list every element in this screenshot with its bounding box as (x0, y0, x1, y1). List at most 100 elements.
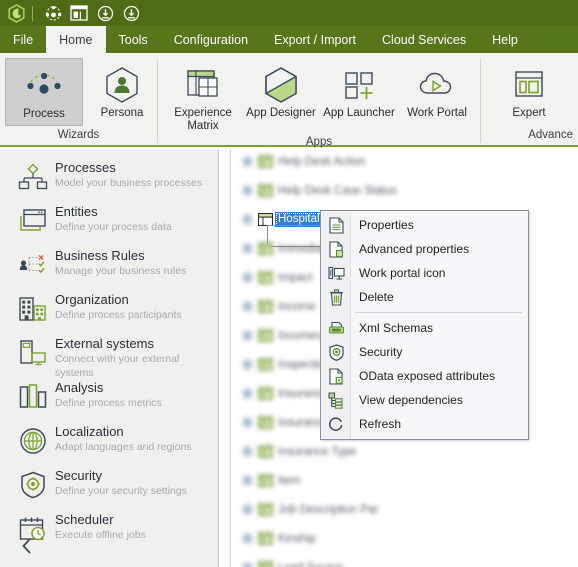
app-logo-icon[interactable] (6, 2, 26, 24)
expander-plus-icon[interactable] (239, 214, 255, 225)
expander-plus-icon[interactable] (239, 243, 255, 254)
entity-table-icon (255, 213, 275, 226)
expander-plus-icon[interactable] (239, 417, 255, 428)
tab-file[interactable]: File (0, 26, 46, 53)
tree-row-label: Incomes (278, 329, 322, 342)
sidebar-item-organization[interactable]: Organization Define process participants (0, 289, 218, 333)
sidebar-item-title: Localization (55, 424, 124, 439)
expander-plus-icon[interactable] (239, 475, 255, 486)
security-shield-icon (321, 343, 351, 361)
sidebar-item-business-rules[interactable]: Business Rules Manage your business rule… (0, 245, 218, 289)
ribbon-button-app-launcher[interactable]: App Launcher (320, 58, 398, 126)
tree-row[interactable]: Help Desk Case Status (231, 176, 578, 205)
tree-row-label: Lead Source (275, 562, 343, 567)
expander-plus-icon[interactable] (239, 156, 255, 167)
entity-table-icon (255, 387, 275, 400)
expander-plus-icon[interactable] (239, 330, 255, 341)
document-properties-icon (321, 216, 351, 234)
tab-configuration[interactable]: Configuration (161, 26, 261, 53)
tab-cloud-services[interactable]: Cloud Services (369, 26, 479, 53)
sidebar-item-title: Scheduler (55, 512, 114, 527)
ribbon-tab-bar: File Home Tools Configuration Export / I… (0, 26, 578, 53)
process-network-icon (24, 65, 64, 107)
sidebar-item-subtitle: Execute offline jobs (55, 529, 146, 541)
tab-home[interactable]: Home (46, 26, 106, 53)
tab-tools[interactable]: Tools (106, 26, 161, 53)
ribbon-button-label: App Launcher (323, 107, 395, 119)
sidebar-item-external-systems[interactable]: External systems Connect with your exter… (0, 333, 218, 379)
tree-row[interactable]: Kinship (231, 524, 578, 553)
view-dependencies-icon (321, 392, 351, 409)
localization-globe-icon (11, 421, 55, 461)
expander-plus-icon[interactable] (239, 359, 255, 370)
context-menu-item-view-dependencies[interactable]: View dependencies (321, 388, 528, 412)
tab-export-import[interactable]: Export / Import (261, 26, 369, 53)
tree-row[interactable]: Lead Source (231, 553, 578, 567)
sidebar-item-subtitle: Define process metrics (55, 397, 162, 409)
tree-row-label: Help Desk Case Status (278, 184, 397, 197)
ribbon-group-apps: Experience Matrix App Designer App Launc… (158, 53, 480, 148)
sidebar-item-security[interactable]: Security Define your security settings (0, 465, 218, 509)
tree-row[interactable]: Item (231, 466, 578, 495)
tree-row[interactable]: Help Desk Action (231, 149, 578, 176)
ribbon-button-work-portal[interactable]: Work Portal (398, 58, 476, 126)
sidebar-item-entities[interactable]: Entities Define your process data (0, 201, 218, 245)
entity-table-icon (255, 242, 275, 255)
sidebar-collapse-button[interactable] (14, 535, 40, 561)
advanced-properties-icon (321, 240, 351, 258)
tab-help[interactable]: Help (479, 26, 531, 53)
sidebar-item-title: External systems (55, 336, 154, 351)
refresh-circle-icon (321, 416, 351, 432)
ribbon-button-experience-matrix[interactable]: Experience Matrix (164, 58, 242, 133)
ribbon-button-process[interactable]: Process (5, 58, 83, 126)
context-menu-item-odata-exposed-attributes[interactable]: OData exposed attributes (321, 364, 528, 388)
application-window: File Home Tools Configuration Export / I… (0, 0, 578, 567)
expander-plus-icon[interactable] (239, 562, 255, 567)
sidebar-item-title: Organization (55, 292, 129, 307)
ribbon-button-expert[interactable]: Expert (490, 58, 568, 126)
xml-schemas-icon (321, 321, 351, 336)
expander-plus-icon[interactable] (239, 446, 255, 457)
expander-plus-icon[interactable] (239, 533, 255, 544)
expander-plus-icon[interactable] (239, 185, 255, 196)
sidebar-item-processes[interactable]: Processes Model your business processes (0, 157, 218, 201)
context-menu-item-advanced-properties[interactable]: Advanced properties (321, 237, 528, 261)
ribbon-button-label: Persona (100, 107, 144, 119)
window-layout-icon[interactable] (66, 2, 92, 24)
process-wizard-icon[interactable] (40, 2, 66, 24)
context-menu-item-properties[interactable]: Properties (321, 213, 528, 237)
download-icon[interactable] (92, 2, 118, 24)
sidebar-item-title: Analysis (55, 380, 104, 395)
sidebar-item-localization[interactable]: Localization Adapt languages and regions (0, 421, 218, 465)
processes-flowchart-icon (11, 157, 55, 197)
ribbon-body: Process Persona Wizards Experience Matri… (0, 53, 578, 148)
expander-plus-icon[interactable] (239, 388, 255, 399)
context-menu-separator (355, 312, 522, 313)
expander-plus-icon[interactable] (239, 301, 255, 312)
expert-window-icon (512, 64, 546, 106)
context-menu-item-delete[interactable]: Delete (321, 285, 528, 309)
experience-matrix-icon (185, 64, 221, 106)
context-menu-item-refresh[interactable]: Refresh (321, 412, 528, 436)
expander-plus-icon[interactable] (239, 272, 255, 283)
entity-table-icon (255, 532, 275, 545)
ribbon-button-label: Expert (512, 107, 546, 119)
download-alt-icon[interactable] (118, 2, 144, 24)
expander-plus-icon[interactable] (239, 504, 255, 515)
ribbon-group-wizards: Process Persona Wizards (0, 53, 157, 145)
tree-row[interactable]: Job Description Par (231, 495, 578, 524)
sidebar-item-analysis[interactable]: Analysis Define process metrics (0, 377, 218, 421)
context-menu-item-xml-schemas[interactable]: Xml Schemas (321, 316, 528, 340)
ribbon-button-app-designer[interactable]: App Designer (242, 58, 320, 126)
ribbon-button-persona[interactable]: Persona (83, 58, 161, 126)
context-menu-item-label: Security (359, 345, 403, 359)
tree-row-label: Insurance Type (278, 445, 357, 458)
context-menu-item-work-portal-icon[interactable]: Work portal icon (321, 261, 528, 285)
sidebar-item-subtitle: Define your process data (55, 221, 172, 233)
context-menu-item-label: Delete (359, 290, 394, 304)
context-menu-item-label: Advanced properties (359, 242, 470, 256)
tree-row[interactable]: Insurance Type (231, 437, 578, 466)
context-menu-item-security[interactable]: Security (321, 340, 528, 364)
sidebar-item-subtitle: Model your business processes (55, 177, 203, 189)
context-menu-item-label: View dependencies (359, 393, 463, 407)
